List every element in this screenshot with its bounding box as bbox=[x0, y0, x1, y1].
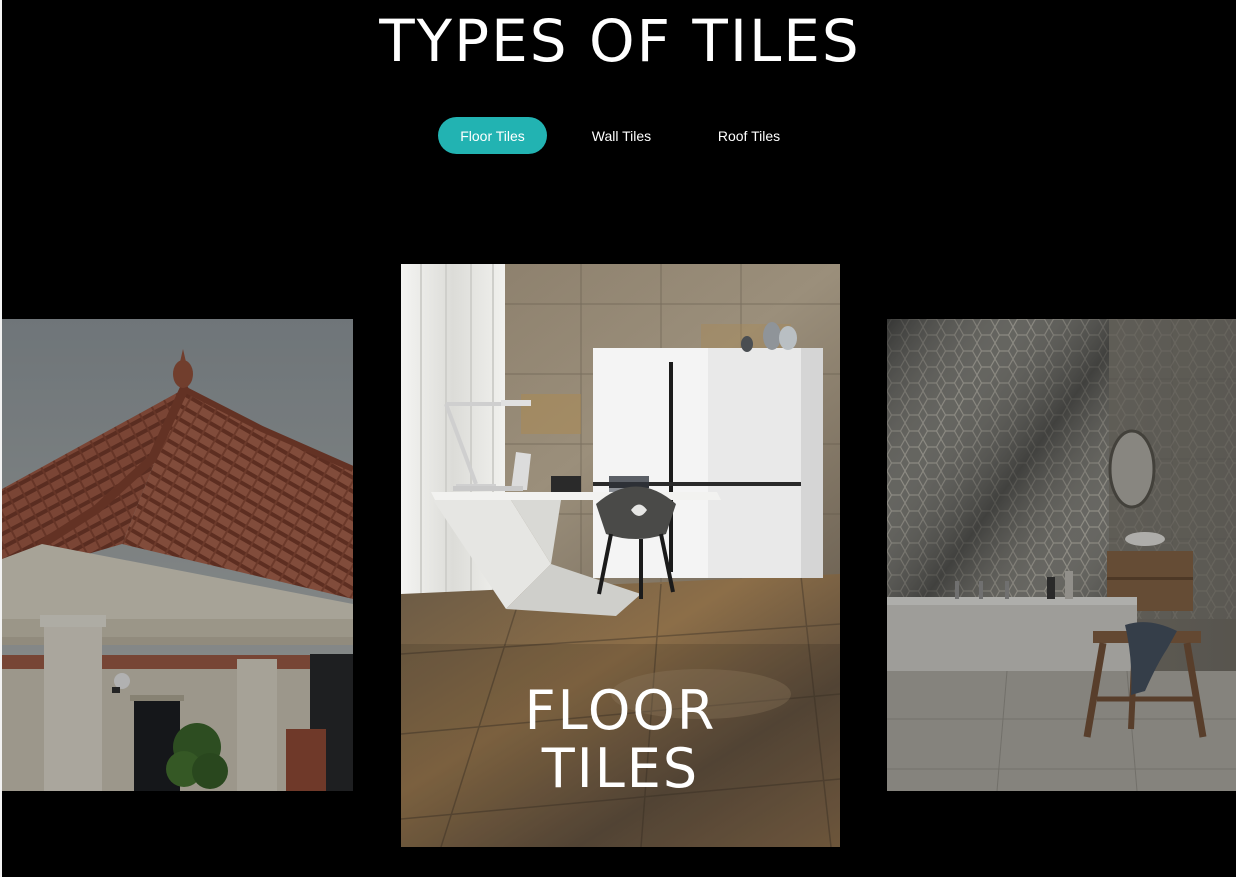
inactive-slide-overlay bbox=[2, 319, 353, 791]
tab-wall-tiles[interactable]: Wall Tiles bbox=[547, 117, 696, 154]
slide-caption-line-1: FLOOR bbox=[524, 679, 717, 742]
carousel-slide-wall-tiles[interactable] bbox=[887, 319, 1236, 791]
tile-type-tabs: Floor Tiles Wall Tiles Roof Tiles bbox=[438, 117, 802, 154]
inactive-slide-overlay bbox=[887, 319, 1236, 791]
tab-roof-tiles[interactable]: Roof Tiles bbox=[696, 117, 802, 154]
tab-floor-tiles[interactable]: Floor Tiles bbox=[438, 117, 547, 154]
carousel-slide-floor-tiles[interactable]: FLOOR TILES bbox=[401, 264, 840, 847]
slide-caption: FLOOR TILES bbox=[401, 682, 840, 798]
slide-caption-line-2: TILES bbox=[541, 737, 700, 800]
page-title: TYPES OF TILES bbox=[379, 7, 861, 75]
carousel-slide-roof-tiles[interactable] bbox=[2, 319, 353, 791]
